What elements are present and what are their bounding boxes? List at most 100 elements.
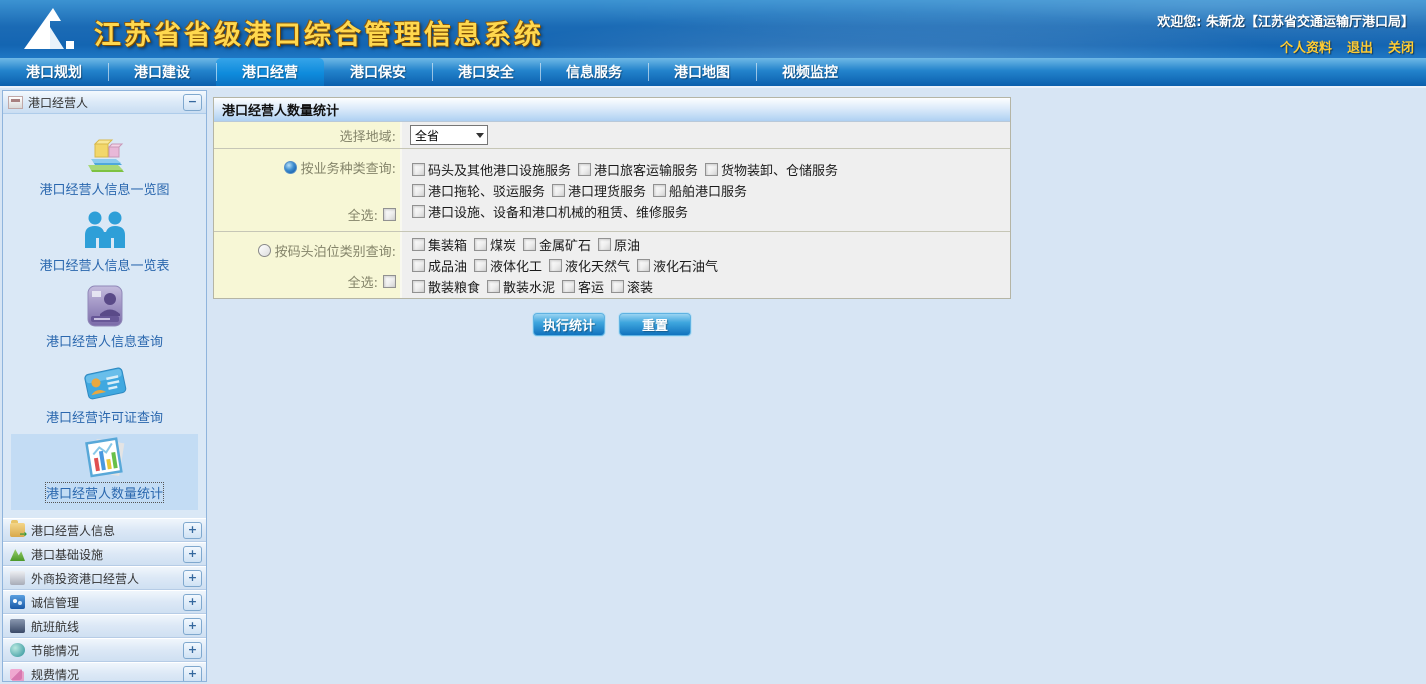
sidebar-section[interactable]: 规费情况 + (3, 662, 206, 682)
expand-button[interactable]: + (183, 570, 202, 587)
foreign-investment-icon (10, 571, 25, 585)
checkbox-item[interactable]: 港口设施、设备和港口机械的租赁、维修服务 (412, 202, 688, 221)
nav-tab[interactable]: 信息服务 (540, 58, 648, 86)
checkbox-item[interactable]: 成品油 (412, 256, 467, 275)
expand-button[interactable]: + (183, 666, 202, 683)
checkbox-item[interactable]: 船舶港口服务 (653, 181, 747, 200)
checkbox[interactable] (598, 238, 611, 251)
checkbox[interactable] (412, 259, 425, 272)
expand-button[interactable]: + (183, 618, 202, 635)
sidebar-section-label: 港口经营人信息 (31, 522, 177, 539)
nav-tab-label: 港口建设 (134, 62, 190, 82)
checkbox[interactable] (552, 184, 565, 197)
checkbox-item[interactable]: 煤炭 (474, 235, 516, 254)
nav-tab[interactable]: 视频监控 (756, 58, 864, 86)
sidebar-section[interactable]: 诚信管理+ (3, 590, 206, 614)
collapse-button[interactable]: − (183, 94, 202, 111)
checkbox[interactable] (412, 184, 425, 197)
checkbox-item[interactable]: 港口拖轮、驳运服务 (412, 181, 545, 200)
sidebar-section[interactable]: 港口经营人信息 + (3, 518, 206, 542)
nav-tab[interactable]: 港口规划 (0, 58, 108, 86)
expand-button[interactable]: + (183, 642, 202, 659)
checkbox[interactable] (412, 205, 425, 218)
checkbox-item[interactable]: 港口旅客运输服务 (578, 160, 698, 179)
region-select-value: 全省 (411, 127, 472, 144)
checkbox[interactable] (611, 280, 624, 293)
checkbox[interactable] (578, 163, 591, 176)
business-select-all-checkbox[interactable] (383, 208, 396, 221)
profile-link[interactable]: 个人资料 (1280, 37, 1332, 56)
checkbox-label: 滚装 (627, 277, 653, 296)
id-card-icon (81, 282, 129, 330)
checkbox-item[interactable]: 液化天然气 (549, 256, 630, 275)
fee-icon (10, 669, 22, 680)
sidebar-item[interactable]: 港口经营人信息一览图 (11, 130, 198, 206)
business-type-radio[interactable] (284, 161, 297, 174)
checkbox[interactable] (412, 163, 425, 176)
logout-link[interactable]: 退出 (1347, 37, 1373, 56)
business-type-row: 按业务种类查询: 全选: 码头及其他港口设施服务港口旅客运输服务货物装卸、仓储服… (214, 149, 1010, 232)
checkbox-item[interactable]: 原油 (598, 235, 640, 254)
nav-tab-label: 港口保安 (350, 62, 406, 82)
checkbox-line: 码头及其他港口设施服务港口旅客运输服务货物装卸、仓储服务 (412, 159, 1010, 180)
facility-icon (10, 547, 25, 561)
sidebar-item[interactable]: 港口经营人信息查询 (11, 282, 198, 358)
nav-tab[interactable]: 港口建设 (108, 58, 216, 86)
sidebar-panel-header[interactable]: 港口经营人 − (3, 91, 206, 114)
statistics-panel: 港口经营人数量统计 选择地域: 全省 按业务种类查询: (213, 97, 1011, 299)
nav-tab[interactable]: 港口保安 (324, 58, 432, 86)
checkbox-item[interactable]: 液化石油气 (637, 256, 718, 275)
checkbox-item[interactable]: 港口理货服务 (552, 181, 646, 200)
sidebar-section[interactable]: 节能情况+ (3, 638, 206, 662)
sidebar-item[interactable]: 港口经营人数量统计 (11, 434, 198, 510)
sidebar-section[interactable]: 外商投资港口经营人+ (3, 566, 206, 590)
checkbox-label: 港口拖轮、驳运服务 (428, 181, 545, 200)
welcome-text: 欢迎您: 朱新龙【江苏省交通运输厅港口局】 (1157, 11, 1414, 30)
region-label: 选择地域: (214, 122, 402, 148)
checkbox-label: 原油 (614, 235, 640, 254)
checkbox[interactable] (474, 238, 487, 251)
checkbox-item[interactable]: 金属矿石 (523, 235, 591, 254)
execute-statistics-button[interactable]: 执行统计 (533, 313, 605, 336)
checkbox-item[interactable]: 液体化工 (474, 256, 542, 275)
region-select[interactable]: 全省 (410, 125, 488, 145)
checkbox[interactable] (653, 184, 666, 197)
checkbox[interactable] (487, 280, 500, 293)
sidebar-section-label: 规费情况 (31, 666, 177, 683)
checkbox[interactable] (562, 280, 575, 293)
sidebar-section[interactable]: 航班航线+ (3, 614, 206, 638)
close-link[interactable]: 关闭 (1388, 37, 1414, 56)
checkbox-item[interactable]: 散装粮食 (412, 277, 480, 296)
expand-button[interactable]: + (183, 546, 202, 563)
checkbox-item[interactable]: 客运 (562, 277, 604, 296)
sidebar-item[interactable]: 港口经营人信息一览表 (11, 206, 198, 282)
nav-tab[interactable]: 港口安全 (432, 58, 540, 86)
checkbox-item[interactable]: 滚装 (611, 277, 653, 296)
checkbox[interactable] (412, 238, 425, 251)
sidebar-section[interactable]: 港口基础设施+ (3, 542, 206, 566)
checkbox[interactable] (637, 259, 650, 272)
reset-button[interactable]: 重置 (619, 313, 691, 336)
checkbox[interactable] (474, 259, 487, 272)
checkbox-item[interactable]: 码头及其他港口设施服务 (412, 160, 571, 179)
berth-select-all[interactable]: 全选: (348, 272, 396, 291)
sidebar-item[interactable]: 港口经营许可证查询 (11, 358, 198, 434)
nav-tab[interactable]: 港口地图 (648, 58, 756, 86)
checkbox-item[interactable]: 散装水泥 (487, 277, 555, 296)
business-select-all[interactable]: 全选: (348, 205, 396, 224)
business-type-radio-option[interactable]: 按业务种类查询: (284, 158, 396, 177)
berth-type-radio-option[interactable]: 按码头泊位类别查询: (258, 241, 396, 260)
expand-button[interactable]: + (183, 522, 202, 539)
expand-button[interactable]: + (183, 594, 202, 611)
checkbox[interactable] (412, 280, 425, 293)
nav-tab[interactable]: 港口经营 (216, 58, 324, 86)
checkbox[interactable] (549, 259, 562, 272)
berth-type-radio[interactable] (258, 244, 271, 257)
checkbox[interactable] (523, 238, 536, 251)
sidebar: 港口经营人 − 港口经营人信息一览图港口经营人信息一览表港口经营人信息查询港口经… (2, 90, 207, 682)
statistics-chart-icon (81, 434, 129, 482)
checkbox[interactable] (705, 163, 718, 176)
checkbox-item[interactable]: 集装箱 (412, 235, 467, 254)
checkbox-item[interactable]: 货物装卸、仓储服务 (705, 160, 838, 179)
berth-select-all-checkbox[interactable] (383, 275, 396, 288)
